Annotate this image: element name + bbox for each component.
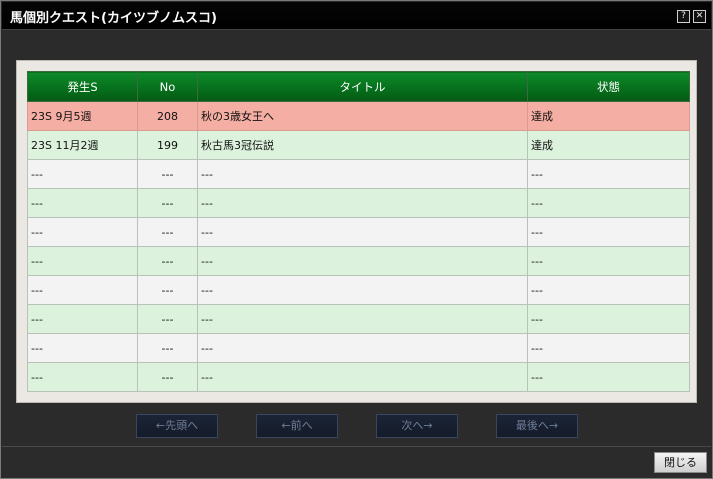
cell-season: --- bbox=[27, 217, 138, 247]
cell-no: --- bbox=[137, 246, 198, 276]
close-icon[interactable]: ✕ bbox=[693, 10, 706, 23]
cell-title: --- bbox=[197, 362, 528, 392]
cell-no: --- bbox=[137, 362, 198, 392]
next-page-button[interactable]: 次へ→ bbox=[376, 414, 458, 438]
quest-table: 発生S No タイトル 状態 23S 9月5週 208 秋の3歳女王へ 達成 23S 1… bbox=[27, 71, 690, 392]
cell-status: --- bbox=[527, 333, 690, 363]
cell-season: --- bbox=[27, 304, 138, 334]
cell-title: 秋の3歳女王へ bbox=[197, 101, 528, 131]
cell-no: --- bbox=[137, 188, 198, 218]
cell-no: 208 bbox=[137, 101, 198, 131]
quest-table-body: 23S 9月5週 208 秋の3歳女王へ 達成 23S 11月2週 199 秋古馬3冠伝説達… bbox=[27, 101, 690, 392]
cell-no: --- bbox=[137, 159, 198, 189]
help-icon[interactable]: ? bbox=[677, 10, 690, 23]
cell-status: 達成 bbox=[527, 130, 690, 160]
cell-title: --- bbox=[197, 304, 528, 334]
cell-title: --- bbox=[197, 217, 528, 247]
cell-status: --- bbox=[527, 159, 690, 189]
cell-season: --- bbox=[27, 333, 138, 363]
cell-title: --- bbox=[197, 275, 528, 305]
window-title: 馬個別クエスト(カイツブノムスコ) bbox=[10, 11, 217, 26]
cell-status: --- bbox=[527, 188, 690, 218]
cell-title: 秋古馬3冠伝説 bbox=[197, 130, 528, 160]
cell-season: --- bbox=[27, 362, 138, 392]
title-bar: 馬個別クエスト(カイツブノムスコ) ? ✕ bbox=[2, 2, 711, 30]
cell-status: --- bbox=[527, 275, 690, 305]
table-row[interactable]: --- --- --- --- bbox=[27, 188, 690, 218]
cell-season: 23S 11月2週 bbox=[27, 130, 138, 160]
first-page-button[interactable]: ←先頭へ bbox=[136, 414, 218, 438]
prev-page-button[interactable]: ←前へ bbox=[256, 414, 338, 438]
cell-status: --- bbox=[527, 304, 690, 334]
cell-title: --- bbox=[197, 159, 528, 189]
quest-panel: 発生S No タイトル 状態 23S 9月5週 208 秋の3歳女王へ 達成 23S 1… bbox=[16, 60, 697, 403]
last-page-button[interactable]: 最後へ→ bbox=[496, 414, 578, 438]
cell-no: --- bbox=[137, 304, 198, 334]
close-button[interactable]: 閉じる bbox=[654, 452, 707, 473]
column-header-no[interactable]: No bbox=[137, 71, 198, 102]
table-row[interactable]: 23S 11月2週 199 秋古馬3冠伝説 達成 bbox=[27, 130, 690, 160]
cell-title: --- bbox=[197, 188, 528, 218]
cell-status: --- bbox=[527, 362, 690, 392]
column-header-season[interactable]: 発生S bbox=[27, 71, 138, 102]
table-row[interactable]: --- --- --- --- bbox=[27, 275, 690, 305]
cell-no: --- bbox=[137, 333, 198, 363]
footer-divider bbox=[2, 446, 711, 447]
cell-status: --- bbox=[527, 217, 690, 247]
cell-season: 23S 9月5週 bbox=[27, 101, 138, 131]
table-row[interactable]: 23S 9月5週 208 秋の3歳女王へ 達成 bbox=[27, 101, 690, 131]
cell-status: 達成 bbox=[527, 101, 690, 131]
table-header-row: 発生S No タイトル 状態 bbox=[27, 71, 690, 102]
quest-dialog: 馬個別クエスト(カイツブノムスコ) ? ✕ 発生S No タイトル 状態 23S… bbox=[0, 0, 713, 479]
table-row[interactable]: --- --- --- --- bbox=[27, 304, 690, 334]
cell-no: --- bbox=[137, 217, 198, 247]
cell-season: --- bbox=[27, 246, 138, 276]
table-row[interactable]: --- --- --- --- bbox=[27, 246, 690, 276]
cell-title: --- bbox=[197, 333, 528, 363]
table-row[interactable]: --- --- --- --- bbox=[27, 362, 690, 392]
column-header-title[interactable]: タイトル bbox=[197, 71, 528, 102]
table-row[interactable]: --- --- --- --- bbox=[27, 217, 690, 247]
cell-title: --- bbox=[197, 246, 528, 276]
table-row[interactable]: --- --- --- --- bbox=[27, 159, 690, 189]
cell-no: 199 bbox=[137, 130, 198, 160]
cell-season: --- bbox=[27, 275, 138, 305]
column-header-status[interactable]: 状態 bbox=[527, 71, 690, 102]
cell-season: --- bbox=[27, 188, 138, 218]
cell-status: --- bbox=[527, 246, 690, 276]
table-row[interactable]: --- --- --- --- bbox=[27, 333, 690, 363]
cell-no: --- bbox=[137, 275, 198, 305]
cell-season: --- bbox=[27, 159, 138, 189]
